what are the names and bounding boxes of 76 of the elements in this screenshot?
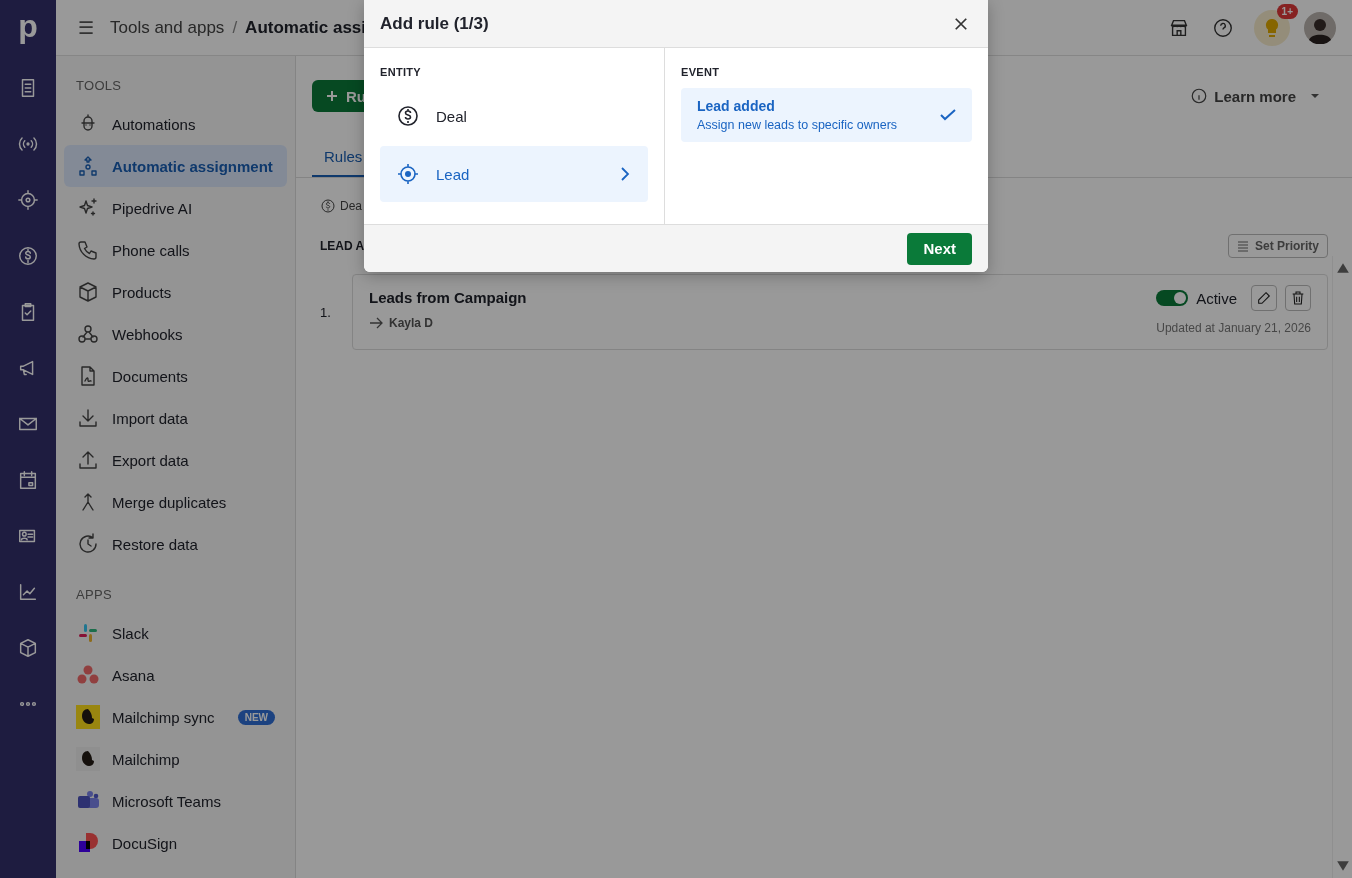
webhook-icon: [76, 322, 100, 346]
sidebar-item[interactable]: Pipedrive AI: [64, 187, 287, 229]
dollar-icon: [396, 104, 420, 128]
sidebar-item[interactable]: Microsoft Teams: [64, 780, 287, 822]
event-option[interactable]: Lead added Assign new leads to specific owners: [681, 88, 972, 142]
dollar-icon[interactable]: [17, 245, 39, 267]
pencil-icon: [1256, 290, 1272, 306]
sidebar-item[interactable]: Automations: [64, 103, 287, 145]
app-logo[interactable]: p: [18, 8, 38, 48]
sidebar-item[interactable]: Webhooks: [64, 313, 287, 355]
sidebar-item[interactable]: Merge duplicates: [64, 481, 287, 523]
calendar-icon[interactable]: [17, 469, 39, 491]
chart-icon[interactable]: [17, 581, 39, 603]
dialog-title: Add rule (1/3): [380, 13, 489, 34]
upload-icon: [76, 448, 100, 472]
sidebar-item[interactable]: Asana: [64, 654, 287, 696]
sidebar-item[interactable]: Mailchimp sync NEW: [64, 696, 287, 738]
caret-icon: [1310, 91, 1320, 101]
plus-icon: [326, 90, 338, 102]
help-icon[interactable]: [1212, 16, 1234, 39]
entity-option[interactable]: Deal: [380, 88, 648, 144]
box-icon[interactable]: [17, 637, 39, 659]
sidebar-item[interactable]: Import data: [64, 397, 287, 439]
delete-button[interactable]: [1285, 285, 1311, 311]
section-heading: APPS: [75, 587, 113, 602]
updated-date: Updated at January 21, 2026: [1156, 321, 1311, 335]
new-badge: NEW: [237, 709, 275, 725]
active-toggle[interactable]: [1156, 290, 1189, 306]
sidebar-item[interactable]: Automatic assignment: [64, 145, 287, 187]
arrow-icon: [369, 316, 383, 330]
close-icon[interactable]: [954, 16, 968, 31]
rule-title: Leads from Campaign: [369, 289, 527, 306]
nodes-icon: [76, 154, 100, 178]
lines-icon: [1236, 240, 1249, 252]
set-priority-button[interactable]: Set Priority: [1227, 234, 1328, 258]
avatar[interactable]: [1304, 11, 1336, 44]
section-heading: TOOLS: [75, 78, 123, 93]
sidebar-item[interactable]: Documents: [64, 355, 287, 397]
phone-icon: [76, 238, 100, 262]
chevron-right-icon: [620, 166, 630, 182]
sidebar-item[interactable]: Restore data: [64, 523, 287, 565]
sidebar-item[interactable]: Slack: [64, 612, 287, 654]
sidebar-item[interactable]: DocuSign: [64, 822, 287, 864]
hash-logo-icon: [76, 621, 100, 645]
column-heading: EVENT: [681, 66, 721, 78]
column-heading: ENTITY: [380, 66, 422, 78]
check-icon: [940, 109, 956, 121]
next-button[interactable]: Next: [907, 232, 972, 265]
restore-icon: [76, 532, 100, 556]
rule-number: 1.: [320, 304, 332, 320]
sidebar-item[interactable]: Export data: [64, 439, 287, 481]
sidebar-item[interactable]: Phone calls: [64, 229, 287, 271]
scroll-up-arrow[interactable]: [1335, 262, 1350, 274]
box-icon: [76, 280, 100, 304]
breadcrumb-link[interactable]: Tools and apps: [110, 17, 225, 38]
status-label: Active: [1196, 289, 1237, 307]
menu-toggle[interactable]: ☰: [78, 16, 94, 39]
target-icon: [396, 162, 420, 186]
download-icon: [76, 406, 100, 430]
dollar-icon: [320, 198, 336, 214]
scroll-down-arrow[interactable]: [1335, 860, 1350, 872]
event-description: Assign new leads to specific owners: [697, 118, 898, 132]
rule-owner: Kayla D: [389, 316, 434, 330]
event-title: Lead added: [697, 98, 776, 114]
breadcrumb-separator: /: [232, 17, 238, 38]
target-icon[interactable]: [17, 189, 39, 211]
entity-option[interactable]: Lead: [380, 146, 648, 202]
notification-badge: 1+: [1276, 3, 1298, 19]
section-heading: LEAD A: [320, 239, 365, 253]
edit-button[interactable]: [1251, 285, 1277, 311]
sidebar-item[interactable]: Products: [64, 271, 287, 313]
learn-more-button[interactable]: Learn more: [1190, 87, 1320, 105]
docusign-logo-icon: [76, 831, 100, 855]
trash-icon: [1290, 290, 1306, 306]
info-icon: [1190, 87, 1209, 105]
sidebar-item[interactable]: Mailchimp: [64, 738, 287, 780]
